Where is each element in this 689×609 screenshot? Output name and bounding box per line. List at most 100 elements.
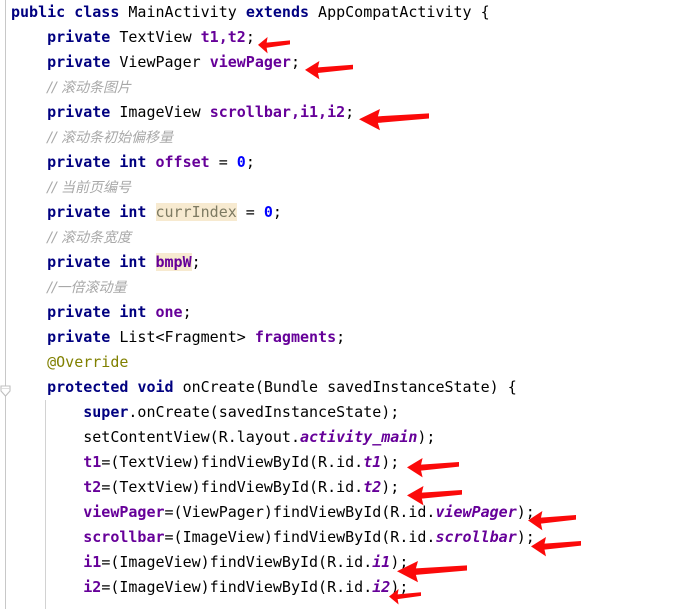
code-token: =(ViewPager)findViewById(R.id. <box>164 503 436 521</box>
code-token: ); <box>516 528 535 546</box>
keyword-token: public <box>11 3 66 21</box>
keyword-token: super <box>83 403 129 421</box>
code-line[interactable]: private int bmpW; <box>0 250 689 275</box>
code-token: ); <box>381 453 400 471</box>
code-token: =(TextView)findViewById(R.id. <box>101 453 364 471</box>
code-line[interactable]: private int currIndex = 0; <box>0 200 689 225</box>
code-line[interactable]: private ViewPager viewPager; <box>0 50 689 75</box>
code-line[interactable]: //一倍滚动量 <box>0 275 689 300</box>
keyword-token: int <box>119 203 147 221</box>
code-token: =(ImageView)findViewById(R.id. <box>101 578 373 596</box>
code-line[interactable]: super.onCreate(savedInstanceState); <box>0 400 689 425</box>
code-line[interactable]: @Override <box>0 350 689 375</box>
code-token: ; <box>182 303 192 321</box>
code-line[interactable]: private ImageView scrollbar,i1,i2; <box>0 100 689 125</box>
code-token: TextView <box>110 28 201 46</box>
code-content[interactable]: public class MainActivity extends AppCom… <box>0 0 689 600</box>
keyword-token: private <box>47 328 111 346</box>
keyword-token: protected <box>47 378 129 396</box>
number-token: 0 <box>236 153 246 171</box>
code-line[interactable]: t2=(TextView)findViewById(R.id.t2); <box>0 475 689 500</box>
identifier-token: i1 <box>372 553 391 571</box>
code-line[interactable]: viewPager=(ViewPager)findViewById(R.id.v… <box>0 500 689 525</box>
identifier-token: activity_main <box>300 428 418 446</box>
java-annotation: @Override <box>47 353 129 371</box>
code-editor-viewport[interactable]: public class MainActivity extends AppCom… <box>0 0 689 609</box>
keyword-token: private <box>47 303 111 321</box>
identifier-token: one <box>155 303 183 321</box>
code-line[interactable]: t1=(TextView)findViewById(R.id.t1); <box>0 450 689 475</box>
code-token: ; <box>245 153 255 171</box>
identifier-token: scrollbar,i1,i2 <box>209 103 346 121</box>
code-token: MainActivity <box>119 3 246 21</box>
keyword-token: extends <box>245 3 310 21</box>
code-token: List<Fragment> <box>110 328 255 346</box>
code-token: ; <box>272 203 282 221</box>
code-line[interactable]: scrollbar=(ImageView)findViewById(R.id.s… <box>0 525 689 550</box>
code-line[interactable]: // 滚动条初始偏移量 <box>0 125 689 150</box>
keyword-token: private <box>47 53 111 71</box>
code-token: ); <box>417 428 436 446</box>
code-line[interactable]: i2=(ImageView)findViewById(R.id.i2); <box>0 575 689 600</box>
identifier-token: t1,t2 <box>200 28 246 46</box>
code-line[interactable]: private int offset = 0; <box>0 150 689 175</box>
identifier-token: t2 <box>83 478 102 496</box>
code-line[interactable]: // 滚动条宽度 <box>0 225 689 250</box>
code-token: =(ImageView)findViewById(R.id. <box>164 528 436 546</box>
code-token: ; <box>245 28 255 46</box>
identifier-token: scrollbar <box>435 528 517 546</box>
code-comment: // 当前页编号 <box>47 180 132 196</box>
number-token: 0 <box>263 203 273 221</box>
code-line[interactable]: // 当前页编号 <box>0 175 689 200</box>
keyword-token: int <box>119 153 147 171</box>
code-line[interactable]: protected void onCreate(Bundle savedInst… <box>0 375 689 400</box>
code-token: ); <box>516 503 535 521</box>
code-token: ; <box>290 53 300 71</box>
identifier-token: i2 <box>372 578 391 596</box>
code-line[interactable]: public class MainActivity extends AppCom… <box>0 0 689 25</box>
code-token: ); <box>390 578 409 596</box>
code-line[interactable]: setContentView(R.layout.activity_main); <box>0 425 689 450</box>
code-comment: // 滚动条图片 <box>47 80 132 96</box>
identifier-token: viewPager <box>435 503 517 521</box>
code-token: ; <box>345 103 355 121</box>
code-token: =(TextView)findViewById(R.id. <box>101 478 364 496</box>
identifier-token: i1 <box>83 553 102 571</box>
code-line[interactable]: private List<Fragment> fragments; <box>0 325 689 350</box>
code-comment: //一倍滚动量 <box>47 280 127 296</box>
code-token: ); <box>390 553 409 571</box>
code-line[interactable]: private int one; <box>0 300 689 325</box>
code-token: onCreate(Bundle savedInstanceState) { <box>173 378 517 396</box>
code-token: ImageView <box>110 103 210 121</box>
keyword-token: private <box>47 153 111 171</box>
code-token: ; <box>191 253 201 271</box>
code-token: AppCompatActivity { <box>309 3 490 21</box>
code-line[interactable]: i1=(ImageView)findViewById(R.id.i1); <box>0 550 689 575</box>
code-line[interactable]: // 滚动条图片 <box>0 75 689 100</box>
code-line[interactable]: private TextView t1,t2; <box>0 25 689 50</box>
keyword-token: private <box>47 203 111 221</box>
code-token: = <box>209 153 237 171</box>
